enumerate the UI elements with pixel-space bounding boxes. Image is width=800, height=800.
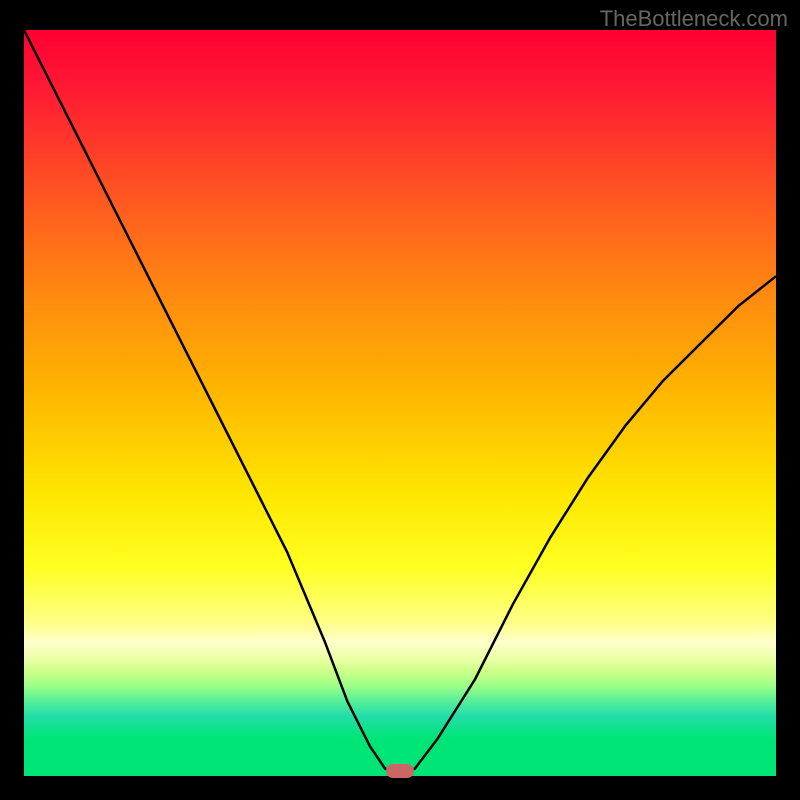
minimum-marker: [386, 764, 414, 778]
bottleneck-curve: [24, 30, 776, 776]
watermark-text: TheBottleneck.com: [600, 6, 788, 32]
chart-plot-area: [24, 30, 776, 776]
